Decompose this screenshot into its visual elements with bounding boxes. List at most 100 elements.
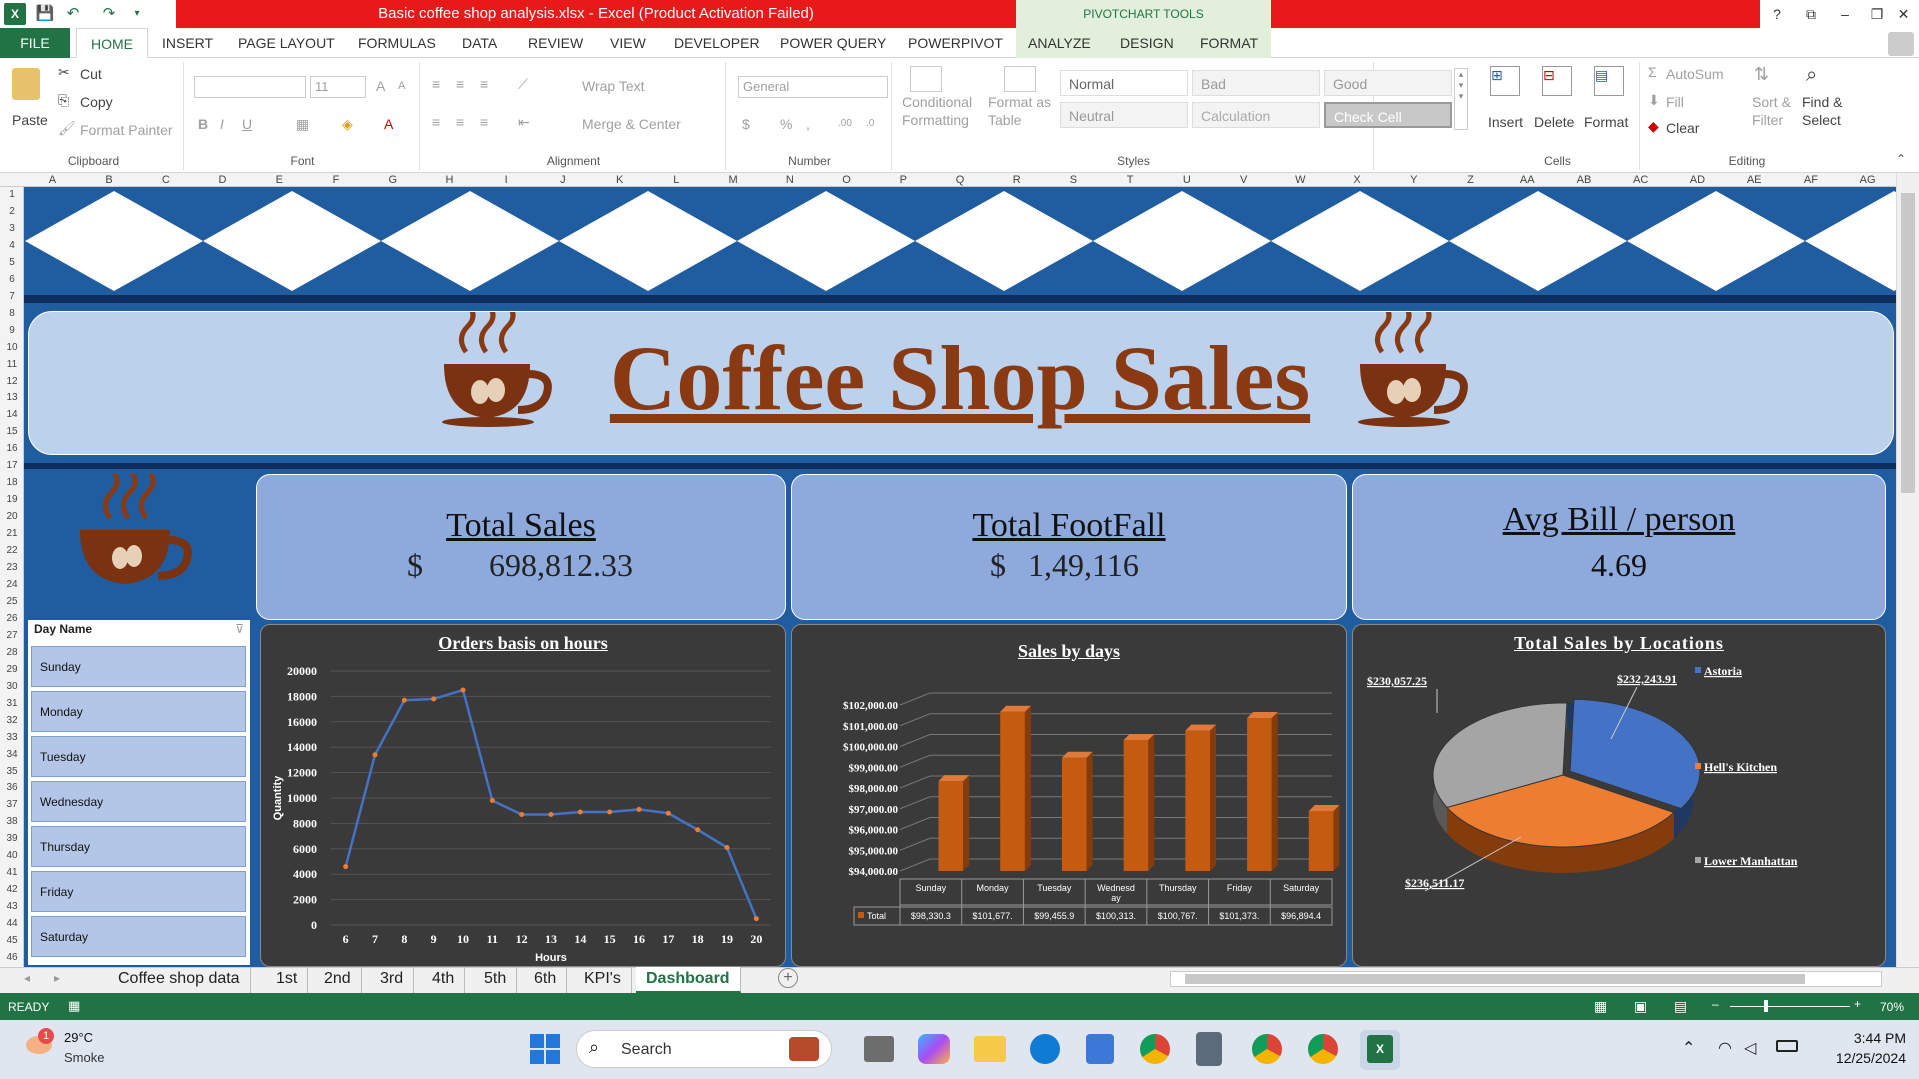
sort-filter-icon[interactable]: ⇅: [1754, 64, 1769, 85]
row-header[interactable]: 46: [0, 950, 24, 967]
zoom-in-icon[interactable]: +: [1854, 997, 1861, 1011]
start-icon[interactable]: [530, 1034, 560, 1064]
tab-design[interactable]: DESIGN: [1106, 28, 1188, 58]
row-header[interactable]: 29: [0, 662, 24, 679]
weather-temp[interactable]: 29°C: [64, 1030, 93, 1045]
format-cells-icon[interactable]: ▤: [1594, 66, 1624, 96]
row-header[interactable]: 4: [0, 238, 24, 255]
merge-center-button[interactable]: Merge & Center: [582, 116, 681, 132]
row-header[interactable]: 8: [0, 306, 24, 323]
fill-button[interactable]: Fill: [1666, 94, 1684, 110]
row-header[interactable]: 33: [0, 730, 24, 747]
sheet-tab-kpis[interactable]: KPI's: [574, 967, 632, 993]
collapse-ribbon-icon[interactable]: ⌃: [1896, 152, 1906, 166]
normal-view-icon[interactable]: ▦: [1594, 998, 1607, 1015]
row-header[interactable]: 17: [0, 458, 24, 475]
insert-cells-button[interactable]: Insert: [1488, 114, 1523, 130]
row-header[interactable]: 35: [0, 764, 24, 781]
macro-record-icon[interactable]: ▦: [68, 998, 80, 1014]
column-header[interactable]: Y: [1385, 173, 1442, 187]
column-header[interactable]: AB: [1556, 173, 1613, 187]
chrome-profile2-icon[interactable]: [1308, 1034, 1338, 1064]
align-left-icon[interactable]: ≡: [432, 114, 440, 130]
fill-color-icon[interactable]: ◈: [342, 116, 353, 133]
column-header[interactable]: N: [761, 173, 818, 187]
tab-format[interactable]: FORMAT: [1186, 28, 1272, 58]
column-header[interactable]: C: [137, 173, 194, 187]
styles-scroll[interactable]: ▴ ▾ ▾: [1454, 68, 1468, 130]
borders-icon[interactable]: ▦: [296, 116, 309, 133]
copilot-icon[interactable]: [918, 1034, 950, 1064]
slicer-item-sunday[interactable]: Sunday: [31, 646, 246, 687]
kpi-total-footfall[interactable]: Total FootFall $ 1,49,116: [791, 474, 1347, 620]
column-header[interactable]: J: [535, 173, 592, 187]
sort-filter-button[interactable]: Sort &: [1752, 94, 1791, 110]
clear-filter-icon[interactable]: ⊽: [235, 622, 244, 636]
tab-data[interactable]: DATA: [448, 28, 511, 58]
vertical-scroll-thumb[interactable]: [1901, 193, 1915, 493]
shrink-font-icon[interactable]: A: [398, 80, 405, 92]
zoom-level[interactable]: 70%: [1880, 1000, 1904, 1014]
page-break-view-icon[interactable]: ▤: [1674, 998, 1687, 1015]
style-check-cell[interactable]: Check Cell: [1324, 102, 1452, 128]
row-header[interactable]: 20: [0, 509, 24, 526]
fill-icon[interactable]: ⬇: [1648, 92, 1660, 109]
row-header[interactable]: 36: [0, 780, 24, 797]
row-header[interactable]: 44: [0, 916, 24, 933]
italic-icon[interactable]: I: [220, 116, 224, 132]
battery-icon[interactable]: [1776, 1040, 1798, 1052]
redo-icon[interactable]: ↷: [98, 3, 120, 25]
orientation-icon[interactable]: ⟋: [518, 76, 528, 93]
column-header[interactable]: L: [648, 173, 705, 187]
column-header[interactable]: AG: [1839, 173, 1896, 187]
row-header[interactable]: 3: [0, 221, 24, 238]
tab-file[interactable]: FILE: [0, 28, 70, 58]
bold-icon[interactable]: B: [198, 116, 208, 132]
find-select-button[interactable]: Find &: [1802, 94, 1842, 110]
column-header[interactable]: AC: [1612, 173, 1669, 187]
align-bottom-icon[interactable]: ≡: [480, 76, 488, 92]
tab-developer[interactable]: DEVELOPER: [660, 28, 774, 58]
kpi-total-sales[interactable]: Total Sales $ 698,812.33: [256, 474, 786, 620]
style-normal[interactable]: Normal: [1060, 70, 1188, 96]
tab-power-query[interactable]: POWER QUERY: [766, 28, 900, 58]
row-header[interactable]: 32: [0, 713, 24, 730]
slicer-item-thursday[interactable]: Thursday: [31, 826, 246, 867]
tab-home[interactable]: HOME: [76, 28, 148, 58]
clear-icon[interactable]: ◆: [1648, 118, 1659, 135]
number-format-select[interactable]: General: [738, 76, 888, 98]
column-header[interactable]: W: [1272, 173, 1329, 187]
tab-insert[interactable]: INSERT: [148, 28, 227, 58]
store-icon[interactable]: [1086, 1034, 1114, 1064]
row-header[interactable]: 24: [0, 577, 24, 594]
save-icon[interactable]: 💾: [34, 3, 56, 25]
style-neutral[interactable]: Neutral: [1060, 102, 1188, 128]
align-middle-icon[interactable]: ≡: [456, 76, 464, 92]
row-header[interactable]: 28: [0, 645, 24, 662]
column-header[interactable]: F: [308, 173, 365, 187]
tab-review[interactable]: REVIEW: [514, 28, 597, 58]
tray-chevron-icon[interactable]: ⌃: [1682, 1038, 1695, 1058]
format-as-table-button-line2[interactable]: Table: [988, 112, 1021, 128]
column-header[interactable]: AF: [1783, 173, 1840, 187]
column-header[interactable]: I: [478, 173, 535, 187]
horizontal-scrollbar[interactable]: [1170, 971, 1882, 987]
sheet-tab-dashboard[interactable]: Dashboard: [636, 967, 741, 993]
format-as-table-icon[interactable]: [1004, 66, 1036, 92]
column-header[interactable]: AA: [1499, 173, 1556, 187]
row-header[interactable]: 37: [0, 797, 24, 814]
cut-icon[interactable]: ✂: [58, 64, 70, 81]
style-good[interactable]: Good: [1324, 70, 1452, 96]
sheet-tab-coffee-shop-data[interactable]: Coffee shop data: [108, 967, 251, 993]
help-button[interactable]: ?: [1760, 0, 1794, 28]
row-header[interactable]: 38: [0, 814, 24, 831]
tab-formulas[interactable]: FORMULAS: [344, 28, 450, 58]
slicer-item-saturday[interactable]: Saturday: [31, 916, 246, 957]
clear-button[interactable]: Clear: [1666, 120, 1699, 136]
page-layout-view-icon[interactable]: ▣: [1634, 998, 1647, 1015]
chrome-icon[interactable]: [1140, 1034, 1170, 1064]
format-cells-button[interactable]: Format: [1584, 114, 1628, 130]
column-header[interactable]: T: [1102, 173, 1159, 187]
taskbar-search-box[interactable]: ⌕ Search: [576, 1030, 832, 1068]
column-header[interactable]: U: [1159, 173, 1216, 187]
